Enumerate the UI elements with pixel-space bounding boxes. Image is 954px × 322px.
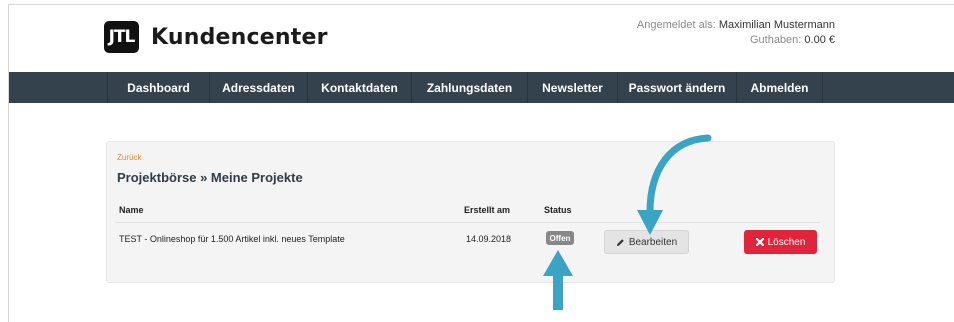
annotation-arrow-to-status [543, 250, 573, 310]
logo[interactable]: JTL Kundencenter [104, 21, 328, 53]
nav-item-kontaktdaten[interactable]: Kontaktdaten [307, 72, 411, 103]
x-icon [755, 238, 764, 246]
nav-item-passwort-aendern[interactable]: Passwort ändern [617, 72, 736, 103]
project-created-date: 14.09.2018 [466, 234, 512, 244]
status-badge: Offen [546, 231, 574, 245]
annotation-arrow-to-edit [637, 134, 712, 235]
delete-button-label: Löschen [767, 236, 806, 248]
column-header-status: Status [544, 205, 572, 215]
page-title: Projektbörse » Meine Projekte [117, 170, 303, 185]
jtl-logo-mark: JTL [104, 21, 139, 53]
projects-panel: Zurück Projektbörse » Meine Projekte Nam… [106, 141, 835, 283]
back-link[interactable]: Zurück [117, 153, 141, 162]
column-header-name: Name [119, 205, 144, 215]
nav-item-dashboard[interactable]: Dashboard [107, 72, 209, 103]
nav-item-zahlungsdaten[interactable]: Zahlungsdaten [411, 72, 527, 103]
project-name: TEST - Onlineshop für 1.500 Artikel inkl… [119, 234, 345, 244]
balance-label: Guthaben: [749, 34, 802, 46]
main-navigation-bar: Dashboard Adressdaten Kontaktdaten Zahlu… [9, 72, 954, 103]
user-name: Maximilian Mustermann [718, 19, 835, 31]
nav-menu: Dashboard Adressdaten Kontaktdaten Zahlu… [107, 72, 823, 103]
delete-button[interactable]: Löschen [744, 230, 817, 254]
app-title: Kundencenter [151, 24, 328, 50]
nav-item-adressdaten[interactable]: Adressdaten [209, 72, 307, 103]
balance-value: 0.00 € [804, 34, 835, 46]
column-header-created: Erstellt am [464, 205, 511, 215]
nav-item-abmelden[interactable]: Abmelden [736, 72, 823, 103]
nav-item-newsletter[interactable]: Newsletter [527, 72, 617, 103]
logged-in-label: Angemeldet als: [636, 19, 716, 31]
account-info: Angemeldet als: Maximilian Mustermann Gu… [637, 18, 835, 48]
